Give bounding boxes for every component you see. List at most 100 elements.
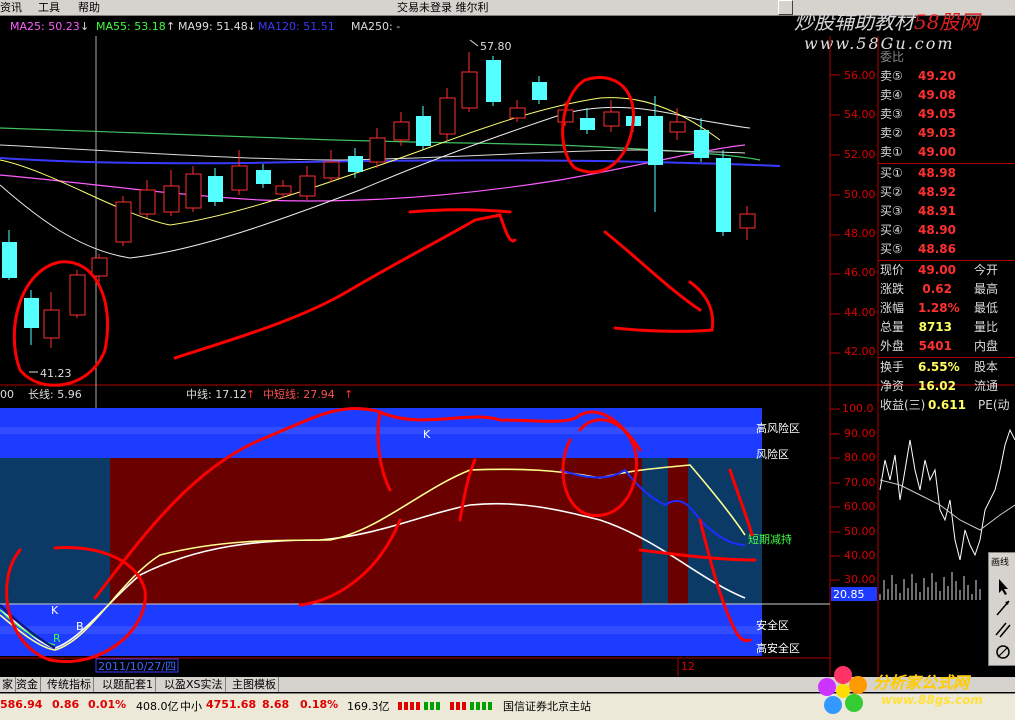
candle-body bbox=[139, 189, 156, 215]
zone-label-reduce: 短期减持 bbox=[748, 532, 792, 546]
candle-body bbox=[532, 82, 547, 100]
candle-body bbox=[231, 165, 248, 191]
index2-percent: 0.18% bbox=[300, 698, 339, 711]
index2-name: 中小 bbox=[180, 700, 202, 713]
index2-amount: 169.3亿 bbox=[347, 700, 390, 713]
index2-change: 8.68 bbox=[262, 698, 290, 711]
candle-body bbox=[439, 97, 456, 135]
stat-label-2: 流通 bbox=[974, 379, 999, 393]
brand-watermark-bottom: 分析家公式网 www.88gs.com bbox=[815, 663, 1015, 719]
curve-label-b: B bbox=[76, 620, 84, 633]
candle-body bbox=[256, 170, 271, 184]
zone-hold-red-2 bbox=[668, 458, 688, 604]
stat-row: 换手 6.55% 股本 bbox=[878, 358, 1015, 377]
sell-row[interactable]: 卖② 49.03 bbox=[878, 124, 1015, 143]
candle-body bbox=[648, 116, 663, 165]
buy-row[interactable]: 买④ 48.90 bbox=[878, 221, 1015, 240]
stat-row: 现价 49.00 今开 bbox=[878, 261, 1015, 280]
stat-row: 净资 16.02 流通 bbox=[878, 377, 1015, 396]
indicator-legend: 00 长线: 5.96 中线: 17.12 ↑ 中短线: 27.94 ↑ bbox=[0, 386, 830, 404]
stat-row: 涨幅 1.28% 最低 bbox=[878, 299, 1015, 318]
stat-row: 总量 8713 量比 bbox=[878, 318, 1015, 337]
circle-tool-icon[interactable] bbox=[996, 645, 1010, 659]
curve-label-k-bottom: K bbox=[51, 604, 59, 617]
buy-price: 48.86 bbox=[918, 242, 956, 256]
zone-high-risk-stripe bbox=[0, 427, 762, 434]
candle-body bbox=[91, 257, 108, 277]
index1-percent: 0.01% bbox=[88, 698, 127, 711]
stat-label: 总量 bbox=[880, 320, 905, 334]
price-tick-label: 50.00 bbox=[844, 188, 876, 201]
sell-label: 卖⑤ bbox=[880, 69, 903, 83]
tool-icons bbox=[995, 579, 1011, 659]
ind-tick-label: 40.00 bbox=[844, 549, 876, 562]
buy-label: 买③ bbox=[880, 204, 903, 218]
buy-row[interactable]: 买③ 48.91 bbox=[878, 202, 1015, 221]
line-tool-icon[interactable] bbox=[996, 600, 1010, 616]
intraday-average-line bbox=[879, 479, 1015, 531]
stat-value: 8713 bbox=[918, 320, 952, 334]
sell-row[interactable]: 卖① 49.00 bbox=[878, 143, 1015, 162]
ind-tick-label: 30.00 bbox=[844, 573, 876, 586]
tab-traditional-indicators[interactable]: 传统指标 bbox=[45, 677, 94, 692]
buy-row[interactable]: 买② 48.92 bbox=[878, 183, 1015, 202]
signal-bars-icon bbox=[398, 700, 498, 715]
stat-value: 0.62 bbox=[922, 282, 952, 296]
candle-series bbox=[2, 52, 756, 348]
sell-row[interactable]: 卖⑤ 49.20 bbox=[878, 67, 1015, 86]
intraday-volume-bars bbox=[879, 572, 981, 600]
buy-label: 买② bbox=[880, 185, 903, 199]
buy-row[interactable]: 买① 48.98 bbox=[878, 164, 1015, 183]
ind-tick-label: 90.00 bbox=[844, 427, 876, 440]
stat-label-2: 最低 bbox=[974, 301, 999, 315]
candle-body bbox=[694, 130, 709, 158]
curve-label-k-top: K bbox=[423, 428, 431, 441]
index1-amount: 408.0亿 bbox=[136, 700, 179, 713]
candle-body bbox=[2, 242, 17, 278]
sell-row[interactable]: 卖④ 49.08 bbox=[878, 86, 1015, 105]
tab-template-set-1[interactable]: 以题配套1 bbox=[100, 677, 156, 692]
stat-label-2: 今开 bbox=[974, 263, 999, 277]
mid-line-label: 中线: 17.12 bbox=[186, 388, 247, 401]
ind-tick-label: 100.0 bbox=[842, 402, 874, 415]
candle-body bbox=[509, 107, 526, 119]
candle-body bbox=[603, 111, 620, 127]
buy-row[interactable]: 买⑤ 48.86 bbox=[878, 240, 1015, 259]
candle-body bbox=[416, 116, 431, 146]
price-tick-label: 56.00 bbox=[844, 69, 876, 82]
candle-body bbox=[115, 201, 132, 243]
sell-price: 49.05 bbox=[918, 107, 956, 121]
curve-label-r: R bbox=[53, 632, 61, 645]
candle-body bbox=[185, 173, 202, 209]
buy-price: 48.98 bbox=[918, 166, 956, 180]
tab-funds[interactable]: 资金 bbox=[14, 677, 41, 692]
stat-label: 现价 bbox=[880, 263, 905, 277]
sell-price: 49.08 bbox=[918, 88, 956, 102]
high-price-mark: 57.80 bbox=[480, 40, 512, 53]
stat-label-2: 最高 bbox=[974, 282, 999, 296]
ind-tick-label: 80.00 bbox=[844, 451, 876, 464]
stat-value: 5401 bbox=[918, 339, 952, 353]
candle-body bbox=[486, 60, 501, 102]
parallel-line-tool-icon[interactable] bbox=[995, 622, 1011, 638]
server-name[interactable]: 国信证券北京主站 bbox=[503, 698, 591, 714]
index1-value: 586.94 bbox=[0, 698, 43, 711]
tab-xs-method[interactable]: 以盈XS实法 bbox=[162, 677, 226, 692]
stat-label: 净资 bbox=[880, 379, 905, 393]
price-axis-labels: 56.00 54.00 52.00 50.00 48.00 46.00 44.0… bbox=[830, 36, 878, 386]
sell-row[interactable]: 卖③ 49.05 bbox=[878, 105, 1015, 124]
zone-label-high-risk: 高风险区 bbox=[756, 421, 800, 435]
stat-value: 6.55% bbox=[918, 360, 960, 374]
stat-row: 涨跌 0.62 最高 bbox=[878, 280, 1015, 299]
tab-main-template[interactable]: 主图模板 bbox=[230, 677, 279, 692]
long-line-label: 长线: 5.96 bbox=[28, 388, 82, 401]
pointer-tool-icon[interactable] bbox=[999, 579, 1008, 595]
candle-body bbox=[275, 185, 292, 195]
stat-label: 涨跌 bbox=[880, 282, 905, 296]
indicator-left-value: 00 bbox=[0, 388, 14, 401]
candle-body bbox=[348, 156, 363, 172]
intraday-price-line bbox=[879, 428, 1015, 561]
stat-label-2: 股本 bbox=[974, 360, 999, 374]
brand-bottom-title: 分析家公式网 bbox=[873, 673, 970, 692]
buy-price: 48.91 bbox=[918, 204, 956, 218]
